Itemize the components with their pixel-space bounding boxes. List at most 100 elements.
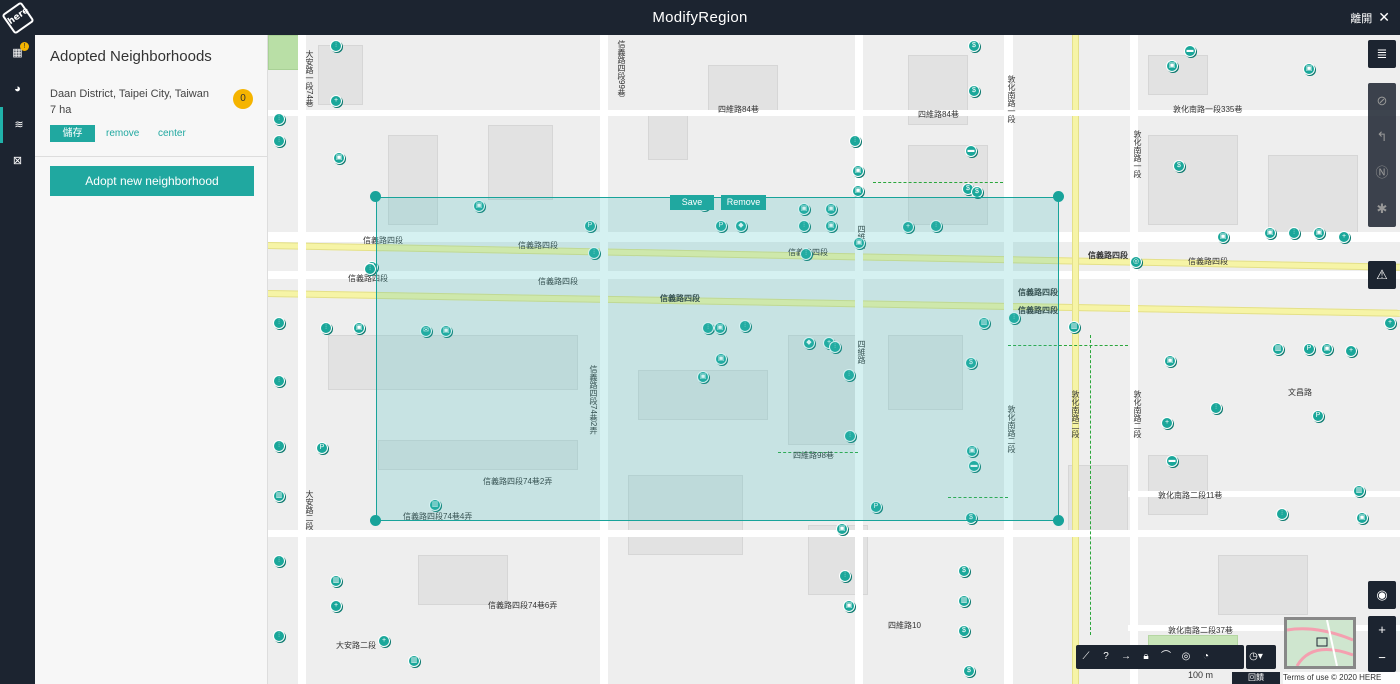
hotel-icon[interactable]: ▬ (965, 145, 977, 157)
rail-calendar[interactable]: ▦ ! (0, 35, 35, 71)
terms-footer[interactable]: Terms of use © 2020 HERE (1283, 672, 1400, 684)
hotel-icon[interactable]: ▬ (1184, 45, 1196, 57)
hospital-icon[interactable]: + (330, 95, 342, 107)
bank-icon[interactable]: $ (963, 665, 975, 677)
region-save-button[interactable]: Save (670, 195, 714, 210)
restaurant-icon[interactable]: ⫶ (364, 263, 376, 275)
hospital-icon[interactable]: + (1338, 231, 1350, 243)
restaurant-icon[interactable]: ⫶ (273, 135, 285, 147)
neighborhood-icon: ≋ (14, 119, 24, 131)
bridge-icon[interactable]: ⌒ (1156, 645, 1176, 669)
speed-icon[interactable]: ◔ (1196, 645, 1216, 669)
bank-icon[interactable]: ▥ (408, 655, 420, 667)
rail-images[interactable]: ⊠ (0, 143, 35, 179)
map-canvas[interactable]: 信義路四段 信義路四段 信義路四段 信義路四段 信義路四段 信義路四段 信義路四… (268, 35, 1400, 684)
hospital-icon[interactable]: + (330, 600, 342, 612)
region-handle-bottom-left[interactable] (370, 515, 381, 526)
shopping-icon[interactable]: ▣ (1264, 227, 1276, 239)
layers-control[interactable]: ≣ (1368, 40, 1396, 68)
hospital-icon[interactable]: + (1345, 345, 1357, 357)
adopt-neighborhood-button[interactable]: Adopt new neighborhood (50, 166, 254, 196)
restaurant-icon[interactable]: ⫶ (273, 440, 285, 452)
zoom-in-button[interactable]: + (1368, 616, 1396, 644)
zoom-out-button[interactable]: − (1368, 644, 1396, 672)
center-link[interactable]: center (158, 125, 186, 142)
restaurant-icon[interactable]: ⫶ (273, 630, 285, 642)
no-left-turn-icon[interactable]: ↰ (1368, 119, 1396, 155)
shopping-icon[interactable]: ▣ (852, 185, 864, 197)
bank-icon[interactable]: ▥ (330, 575, 342, 587)
shopping-icon[interactable]: ▣ (1313, 227, 1325, 239)
clock-control[interactable]: ◷▾ (1246, 645, 1276, 669)
warning-control[interactable]: ⚠ (1368, 261, 1396, 289)
restaurant-icon[interactable]: ⫶ (839, 570, 851, 582)
restaurant-icon[interactable]: ⫶ (273, 113, 285, 125)
minimap[interactable] (1284, 617, 1356, 669)
bank-icon[interactable]: $ (968, 85, 980, 97)
restaurant-icon[interactable]: ⫶ (273, 375, 285, 387)
rail-neighborhoods[interactable]: ≋ (0, 107, 35, 143)
bank-icon[interactable]: ▥ (1068, 321, 1080, 333)
region-handle-bottom-right[interactable] (1053, 515, 1064, 526)
no-bike-icon[interactable]: ⊘ (1368, 83, 1396, 119)
rail-stats[interactable]: ◕ (0, 71, 35, 107)
bank-icon[interactable]: $ (958, 625, 970, 637)
region-remove-button[interactable]: Remove (721, 195, 766, 210)
parking-icon[interactable]: P (316, 442, 328, 454)
restaurant-icon[interactable]: ⫶ (273, 317, 285, 329)
no-parking-icon[interactable]: Ⓝ (1368, 155, 1396, 191)
settings-icon[interactable]: ✱ (1368, 191, 1396, 227)
shopping-icon[interactable]: ▣ (1166, 60, 1178, 72)
shopping-icon[interactable]: ▣ (1356, 512, 1368, 524)
bank-icon[interactable]: ▥ (958, 595, 970, 607)
bank-icon[interactable]: $ (968, 40, 980, 52)
restaurant-icon[interactable]: ⫶ (1288, 227, 1300, 239)
location-icon[interactable]: ◎ (1130, 256, 1142, 268)
leave-button[interactable]: 離開 ✕ (1350, 0, 1390, 35)
arrow-icon[interactable]: → (1116, 645, 1136, 669)
shopping-icon[interactable]: ▣ (333, 152, 345, 164)
help-icon[interactable]: ? (1096, 645, 1116, 669)
feedback-button[interactable]: 回饋 (1232, 672, 1280, 684)
shopping-icon[interactable]: ▣ (843, 600, 855, 612)
locate-icon[interactable]: ◉ (1368, 581, 1396, 609)
shopping-icon[interactable]: ▣ (1303, 63, 1315, 75)
restaurant-icon[interactable]: ⫶ (849, 135, 861, 147)
warning-icon[interactable]: ⚠ (1368, 261, 1396, 289)
lock-icon[interactable]: 🔒︎ (1136, 645, 1156, 669)
bank-icon[interactable]: ▥ (1353, 485, 1365, 497)
adopted-region[interactable] (376, 197, 1059, 521)
bank-icon[interactable]: ▥ (273, 490, 285, 502)
bank-icon[interactable]: $ (1173, 160, 1185, 172)
clock-icon[interactable]: ◷▾ (1246, 645, 1266, 669)
locate-control[interactable]: ◉ (1368, 581, 1396, 609)
parking-icon[interactable]: P (1303, 343, 1315, 355)
shopping-icon[interactable]: ▣ (836, 523, 848, 535)
bank-icon[interactable]: ▥ (1272, 343, 1284, 355)
hotel-icon[interactable]: ▬ (1166, 455, 1178, 467)
shopping-icon[interactable]: ▣ (353, 322, 365, 334)
target-icon[interactable]: ◎ (1176, 645, 1196, 669)
shopping-icon[interactable]: ▣ (1321, 343, 1333, 355)
region-handle-top-right[interactable] (1053, 191, 1064, 202)
close-icon[interactable]: ✕ (1378, 9, 1390, 25)
road-label: 四維路84巷 (718, 105, 759, 114)
layers-icon[interactable]: ≣ (1368, 40, 1396, 68)
restaurant-icon[interactable]: ⫶ (273, 555, 285, 567)
hospital-icon[interactable]: + (378, 635, 390, 647)
shopping-icon[interactable]: ▣ (1217, 231, 1229, 243)
draw-line-icon[interactable]: ⟋ (1076, 645, 1096, 669)
save-button[interactable]: 儲存 (50, 125, 95, 142)
hospital-icon[interactable]: + (1384, 317, 1396, 329)
region-handle-top-left[interactable] (370, 191, 381, 202)
shopping-icon[interactable]: ▣ (1164, 355, 1176, 367)
hospital-icon[interactable]: + (1161, 417, 1173, 429)
shopping-icon[interactable]: ▣ (852, 165, 864, 177)
bank-icon[interactable]: $ (958, 565, 970, 577)
remove-link[interactable]: remove (106, 125, 139, 142)
restaurant-icon[interactable]: ⫶ (1210, 402, 1222, 414)
restaurant-icon[interactable]: ⫶ (330, 40, 342, 52)
parking-icon[interactable]: P (1312, 410, 1324, 422)
restaurant-icon[interactable]: ⫶ (1276, 508, 1288, 520)
restaurant-icon[interactable]: ⫶ (320, 322, 332, 334)
